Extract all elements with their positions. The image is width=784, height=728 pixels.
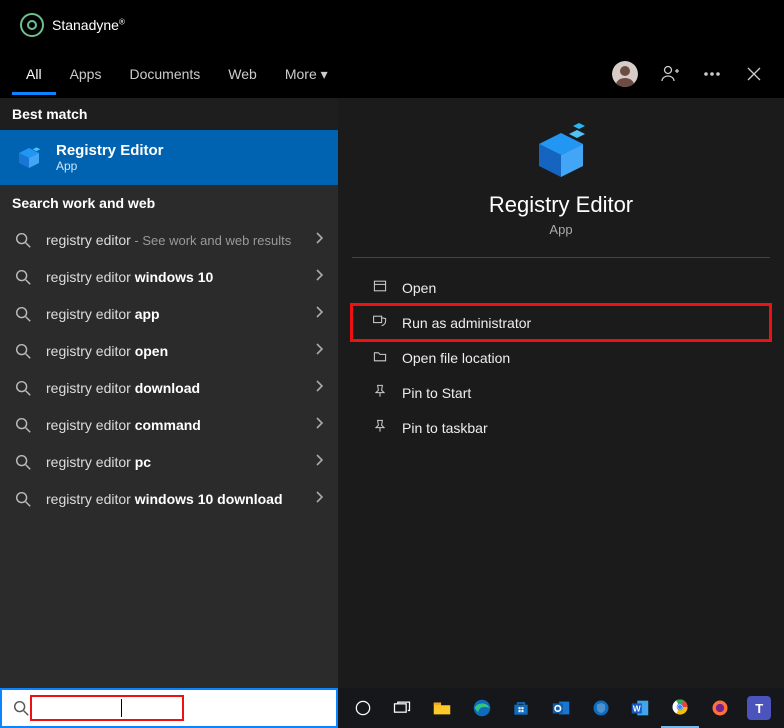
search-icon (14, 268, 32, 286)
command-open[interactable]: Open (352, 270, 770, 305)
user-avatar[interactable] (612, 61, 638, 87)
command-label: Pin to Start (402, 385, 471, 401)
search-input-text: registry editor (36, 699, 121, 715)
suggestion-text: registry editor download (46, 380, 300, 396)
search-scope-tabs: All Apps Documents Web More ▾ (0, 50, 784, 98)
search-icon (14, 416, 32, 434)
search-icon (14, 453, 32, 471)
search-web-header: Search work and web (0, 185, 338, 221)
cortana-circle-icon[interactable] (344, 688, 382, 728)
tab-all[interactable]: All (12, 54, 56, 95)
taskbar-edge[interactable] (463, 688, 501, 728)
search-icon (12, 699, 30, 717)
open-icon (372, 278, 388, 297)
pin-icon (372, 383, 388, 402)
preview-title: Registry Editor (489, 192, 633, 218)
taskbar: W T (338, 688, 784, 728)
taskbar-teams[interactable]: T (740, 688, 778, 728)
best-match-subtitle: App (56, 159, 164, 173)
command-label: Open (402, 280, 436, 296)
tab-apps[interactable]: Apps (56, 54, 116, 95)
best-match-title: Registry Editor (56, 142, 164, 159)
preview-panel: Registry Editor App Open Run as administr… (338, 98, 784, 688)
suggestion-row[interactable]: registry editor open (0, 332, 338, 369)
suggestion-text: registry editor app (46, 306, 300, 322)
tab-web[interactable]: Web (214, 54, 271, 95)
taskbar-word[interactable]: W (621, 688, 659, 728)
search-icon (14, 342, 32, 360)
suggestion-row[interactable]: registry editor download (0, 369, 338, 406)
search-icon (14, 305, 32, 323)
taskbar-security[interactable] (582, 688, 620, 728)
search-icon (14, 490, 32, 508)
command-label: Pin to taskbar (402, 420, 488, 436)
shield-icon (372, 313, 388, 332)
command-open-file-location[interactable]: Open file location (352, 340, 770, 375)
suggestion-row[interactable]: registry editor windows 10 (0, 258, 338, 295)
suggestion-row[interactable]: registry editor - See work and web resul… (0, 221, 338, 258)
suggestion-text: registry editor open (46, 343, 300, 359)
command-label: Run as administrator (402, 315, 531, 331)
regedit-icon-large (529, 120, 593, 184)
chevron-right-icon[interactable] (314, 267, 324, 286)
task-view-icon[interactable] (384, 688, 422, 728)
regedit-icon (14, 143, 44, 173)
more-options-icon[interactable] (702, 64, 722, 84)
brand-logo (20, 13, 44, 37)
chevron-right-icon[interactable] (314, 230, 324, 249)
best-match-result[interactable]: Registry Editor App (0, 130, 338, 185)
taskbar-firefox[interactable] (701, 688, 739, 728)
command-label: Open file location (402, 350, 510, 366)
taskbar-explorer[interactable] (423, 688, 461, 728)
tab-documents[interactable]: Documents (115, 54, 214, 95)
best-match-header: Best match (0, 98, 338, 130)
divider (352, 257, 770, 258)
chevron-right-icon[interactable] (314, 304, 324, 323)
taskbar-outlook[interactable] (542, 688, 580, 728)
svg-text:W: W (633, 705, 641, 714)
suggestion-row[interactable]: registry editor app (0, 295, 338, 332)
suggestion-row[interactable]: registry editor pc (0, 443, 338, 480)
search-highlight: registry editor (30, 695, 184, 721)
search-icon (14, 231, 32, 249)
command-run-as-administrator[interactable]: Run as administrator (352, 305, 770, 340)
chevron-right-icon[interactable] (314, 378, 324, 397)
suggestion-row[interactable]: registry editor command (0, 406, 338, 443)
results-panel: Best match Registry Editor App Search wo… (0, 98, 338, 688)
search-bar[interactable]: registry editor (0, 688, 338, 728)
chevron-right-icon[interactable] (314, 415, 324, 434)
taskbar-chrome[interactable] (661, 688, 699, 728)
feedback-icon[interactable] (660, 64, 680, 84)
suggestion-text: registry editor windows 10 (46, 269, 300, 285)
suggestion-row[interactable]: registry editor windows 10 download (0, 480, 338, 517)
suggestion-text: registry editor command (46, 417, 300, 433)
folder-icon (372, 348, 388, 367)
command-pin-to-start[interactable]: Pin to Start (352, 375, 770, 410)
suggestion-text: registry editor windows 10 download (46, 491, 300, 507)
command-pin-to-taskbar[interactable]: Pin to taskbar (352, 410, 770, 445)
chevron-right-icon[interactable] (314, 452, 324, 471)
brand-name: Stanadyne® (52, 17, 125, 33)
taskbar-store[interactable] (503, 688, 541, 728)
pin-icon (372, 418, 388, 437)
chevron-right-icon[interactable] (314, 489, 324, 508)
chevron-right-icon[interactable] (314, 341, 324, 360)
search-icon (14, 379, 32, 397)
suggestion-text: registry editor pc (46, 454, 300, 470)
preview-subtitle: App (549, 222, 572, 237)
brand-header: Stanadyne® (0, 0, 784, 50)
close-icon[interactable] (744, 64, 764, 84)
suggestion-text: registry editor - See work and web resul… (46, 232, 300, 248)
tab-more[interactable]: More ▾ (271, 54, 342, 95)
